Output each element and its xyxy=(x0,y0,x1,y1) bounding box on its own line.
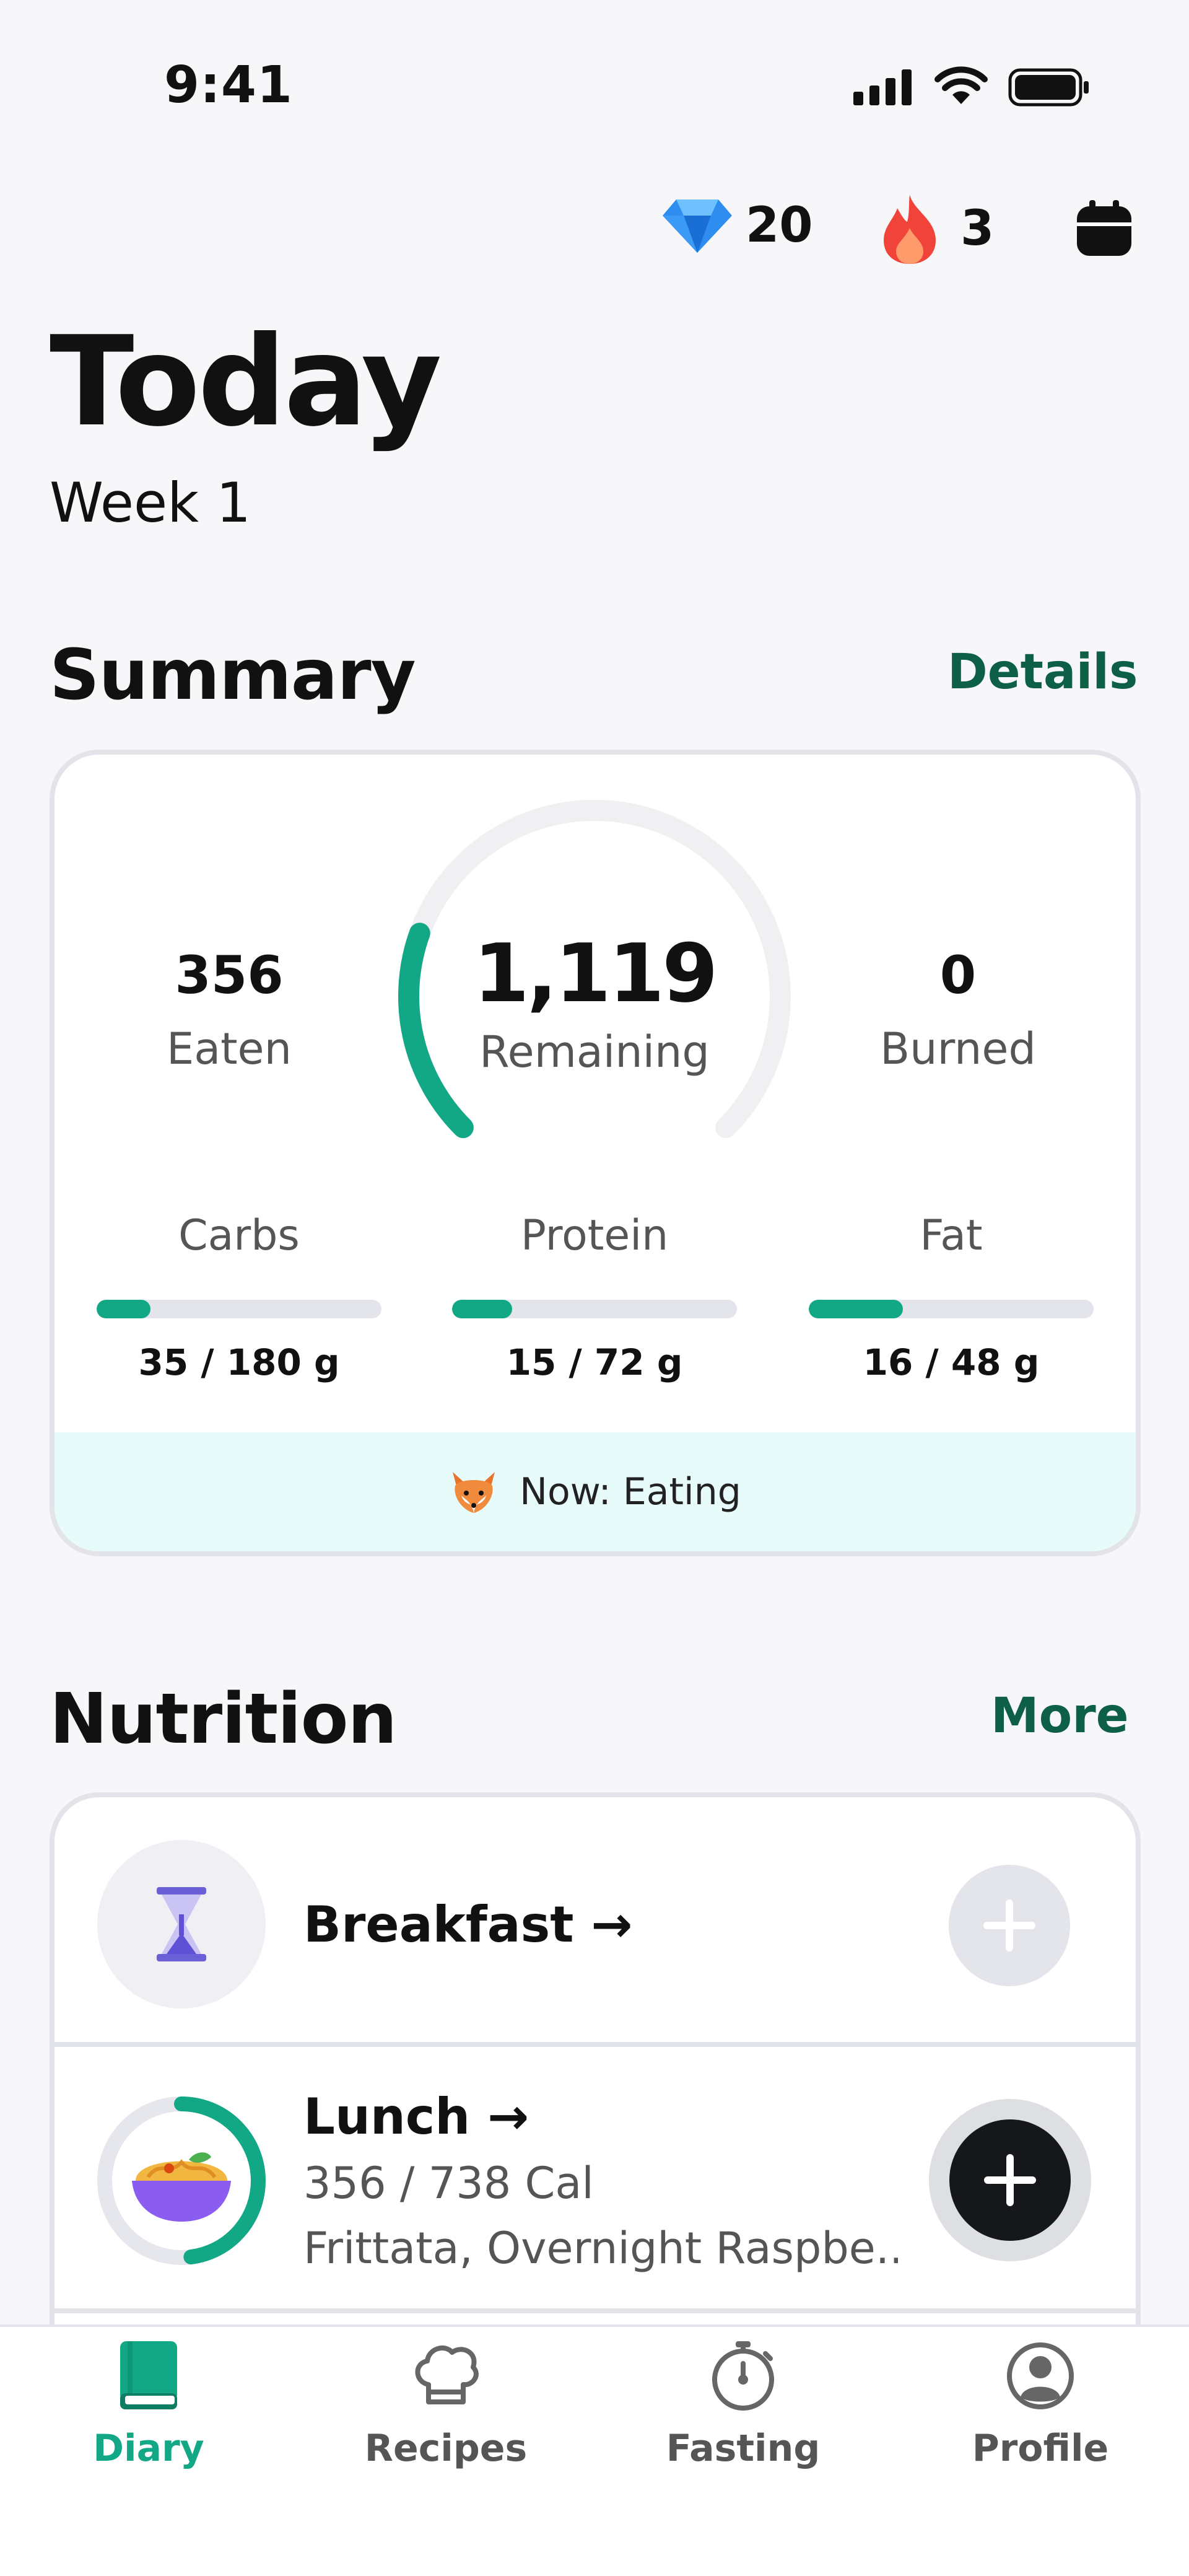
tab-fasting[interactable]: Fasting xyxy=(594,2339,892,2470)
lunch-title[interactable]: Lunch → xyxy=(303,2088,529,2145)
nutrition-heading: Nutrition xyxy=(50,1679,397,1759)
summary-heading: Summary xyxy=(50,635,416,716)
add-lunch-button[interactable] xyxy=(929,2099,1091,2261)
remaining-value: 1,119 xyxy=(473,926,718,1020)
tab-profile-label: Profile xyxy=(972,2427,1109,2470)
battery-icon xyxy=(1008,68,1089,107)
burned-label: Burned xyxy=(880,1023,1036,1074)
cellular-signal-icon xyxy=(853,69,912,105)
wifi-icon xyxy=(934,66,988,104)
flame-icon xyxy=(884,195,936,264)
carbs-value: 35 / 180 g xyxy=(138,1341,340,1383)
calendar-icon[interactable] xyxy=(1076,200,1133,257)
streak-badge[interactable]: 3 xyxy=(876,192,994,265)
protein-label: Protein xyxy=(520,1211,669,1260)
page-title: Today xyxy=(50,310,442,454)
remaining-label: Remaining xyxy=(479,1027,710,1077)
tab-profile[interactable]: Profile xyxy=(892,2339,1189,2470)
chef-hat-icon xyxy=(415,2345,479,2404)
lunch-progress-ring xyxy=(97,2096,266,2265)
lunch-calories: 356 / 738 Cal xyxy=(303,2158,594,2209)
breakfast-icon-circle xyxy=(97,1840,266,2009)
lunch-foods: Frittata, Overnight Raspbe... xyxy=(303,2223,898,2274)
stopwatch-icon xyxy=(712,2341,774,2411)
row-divider xyxy=(54,2042,1136,2047)
burned-value: 0 xyxy=(939,945,977,1005)
hourglass-icon xyxy=(157,1887,206,1961)
tab-recipes[interactable]: Recipes xyxy=(297,2339,594,2470)
eaten-value: 356 xyxy=(175,945,284,1005)
carbs-label: Carbs xyxy=(178,1211,300,1260)
row-divider xyxy=(54,2308,1136,2313)
gems-count: 20 xyxy=(746,198,813,253)
plus-icon xyxy=(983,1899,1035,1952)
more-link[interactable]: More xyxy=(991,1688,1129,1744)
carbs-bar xyxy=(97,1300,381,1318)
streak-count: 3 xyxy=(960,201,995,256)
tab-fasting-label: Fasting xyxy=(666,2427,821,2470)
fat-label: Fat xyxy=(920,1211,983,1260)
fat-value: 16 / 48 g xyxy=(863,1341,1040,1383)
diamond-icon xyxy=(663,199,732,253)
week-label: Week 1 xyxy=(50,471,251,535)
now-status-label: Now: Eating xyxy=(520,1470,741,1514)
plus-icon xyxy=(984,2154,1036,2206)
add-breakfast-button[interactable] xyxy=(949,1865,1070,1986)
gems-badge[interactable]: 20 xyxy=(661,197,813,254)
protein-value: 15 / 72 g xyxy=(506,1341,683,1383)
breakfast-title[interactable]: Breakfast → xyxy=(303,1896,632,1953)
tab-recipes-label: Recipes xyxy=(364,2427,528,2470)
tab-diary[interactable]: Diary xyxy=(0,2339,297,2470)
fasting-status-strip[interactable]: Now: Eating xyxy=(54,1432,1136,1551)
fat-bar xyxy=(809,1300,1094,1318)
status-time: 9:41 xyxy=(164,56,293,115)
tab-diary-label: Diary xyxy=(93,2427,204,2470)
protein-bar xyxy=(452,1300,737,1318)
book-icon xyxy=(120,2341,177,2409)
eaten-label: Eaten xyxy=(166,1023,292,1074)
fox-icon xyxy=(453,1472,495,1513)
details-link[interactable]: Details xyxy=(947,644,1138,700)
person-icon xyxy=(1007,2342,1074,2409)
